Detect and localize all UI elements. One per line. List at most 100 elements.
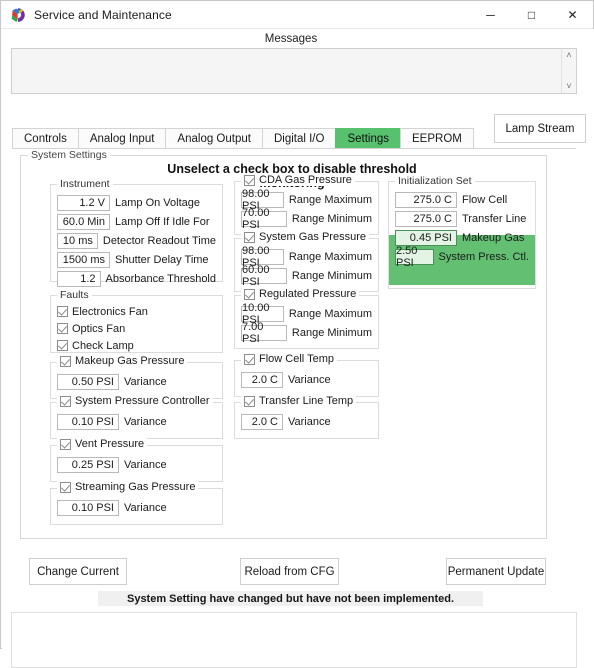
close-button[interactable]: ✕: [552, 1, 593, 28]
client-area: Messages ˄ ˅ Lamp Stream Controls Analog…: [2, 29, 594, 668]
system-gas-range-maximum-label: Range Maximum: [288, 250, 372, 263]
faults-group: Faults Electronics Fan Optics Fan Check …: [50, 289, 223, 353]
system-pressure-controller-toggle[interactable]: System Pressure Controller: [57, 395, 213, 407]
transfer-line-temp-variance-input[interactable]: 2.0 C: [241, 413, 283, 430]
status-message: System Setting have changed but have not…: [98, 591, 483, 606]
lamp-stream-button[interactable]: Lamp Stream: [494, 114, 586, 143]
transfer-line-temp-toggle[interactable]: Transfer Line Temp: [241, 395, 357, 407]
change-current-button[interactable]: Change Current: [29, 558, 127, 585]
minimize-button[interactable]: ─: [470, 1, 511, 28]
cda-range-maximum-label: Range Maximum: [288, 193, 372, 206]
vent-pressure-toggle[interactable]: Vent Pressure: [57, 438, 148, 450]
fault-optics-fan-label: Optics Fan: [72, 322, 126, 335]
checkbox-optics-fan-icon[interactable]: [57, 323, 68, 334]
checkbox-vent-pressure-icon[interactable]: [60, 438, 71, 450]
checkbox-check-lamp-icon[interactable]: [57, 340, 68, 351]
init-system-press-ctl-input[interactable]: 2.50 PSI: [395, 245, 434, 269]
messages-textarea[interactable]: ˄ ˅: [11, 48, 577, 94]
detector-readout-time-label: Detector Readout Time: [102, 234, 216, 247]
checkbox-cda-gas-pressure-icon[interactable]: [244, 174, 255, 186]
cda-range-maximum-input[interactable]: 98.00 PSI: [241, 188, 284, 212]
vent-pressure-title: Vent Pressure: [75, 438, 145, 450]
cda-gas-pressure-group: CDA Gas Pressure 98.00 PSI Range Maximum…: [234, 174, 379, 235]
tab-analog-input[interactable]: Analog Input: [77, 128, 166, 149]
reload-from-cfg-button[interactable]: Reload from CFG: [240, 558, 339, 585]
field-row-vent-pressure-variance: 0.25 PSI Variance: [57, 456, 216, 473]
field-row-lamp-off-idle: 60.0 Min Lamp Off If Idle For: [57, 213, 216, 230]
system-gas-range-maximum-input[interactable]: 98.00 PSI: [241, 245, 284, 269]
lamp-on-voltage-input[interactable]: 1.2 V: [57, 194, 110, 211]
tab-analog-output[interactable]: Analog Output: [165, 128, 262, 149]
instrument-group-title: Instrument: [57, 178, 113, 190]
checkbox-system-gas-pressure-icon[interactable]: [244, 231, 255, 243]
init-transfer-line-label: Transfer Line: [462, 212, 527, 225]
tab-settings[interactable]: Settings: [335, 128, 401, 149]
checkbox-flow-cell-temp-icon[interactable]: [244, 353, 255, 365]
checkbox-system-pressure-controller-icon[interactable]: [60, 395, 71, 407]
checkbox-regulated-pressure-icon[interactable]: [244, 288, 255, 300]
fault-check-lamp[interactable]: Check Lamp: [57, 338, 216, 353]
tab-controls[interactable]: Controls: [12, 128, 78, 149]
absorbance-threshold-input[interactable]: 1.2: [57, 270, 101, 287]
checkbox-streaming-gas-pressure-icon[interactable]: [60, 481, 71, 493]
scroll-down-icon[interactable]: ˅: [566, 80, 571, 93]
detector-readout-time-input[interactable]: 10 ms: [57, 232, 98, 249]
absorbance-threshold-label: Absorbance Threshold: [105, 272, 216, 285]
cda-gas-pressure-title: CDA Gas Pressure: [259, 174, 352, 186]
lamp-on-voltage-label: Lamp On Voltage: [115, 196, 201, 209]
init-flow-cell-input[interactable]: 275.0 C: [395, 191, 457, 208]
system-gas-range-minimum-input[interactable]: 60.00 PSI: [241, 264, 287, 288]
makeup-gas-pressure-toggle[interactable]: Makeup Gas Pressure: [57, 355, 188, 367]
system-pressure-controller-group: System Pressure Controller 0.10 PSI Vari…: [50, 395, 223, 439]
permanent-update-button[interactable]: Permanent Update: [446, 558, 546, 585]
system-gas-pressure-toggle[interactable]: System Gas Pressure: [241, 231, 369, 243]
fault-electronics-fan-label: Electronics Fan: [72, 305, 148, 318]
cda-gas-pressure-toggle[interactable]: CDA Gas Pressure: [241, 174, 355, 186]
makeup-gas-variance-input[interactable]: 0.50 PSI: [57, 373, 119, 390]
regulated-pressure-toggle[interactable]: Regulated Pressure: [241, 288, 360, 300]
system-gas-pressure-group: System Gas Pressure 98.00 PSI Range Maxi…: [234, 231, 379, 292]
field-row-shutter-delay: 1500 ms Shutter Delay Time: [57, 251, 216, 268]
bottom-panel: [11, 612, 577, 668]
init-makeup-gas-input[interactable]: 0.45 PSI: [395, 229, 457, 246]
checkbox-makeup-gas-pressure-icon[interactable]: [60, 355, 71, 367]
field-row-init-flow-cell: 275.0 C Flow Cell: [395, 191, 529, 208]
flow-cell-temp-group: Flow Cell Temp 2.0 C Variance: [234, 353, 379, 397]
system-pressure-controller-variance-input[interactable]: 0.10 PSI: [57, 413, 119, 430]
fault-optics-fan[interactable]: Optics Fan: [57, 321, 216, 336]
messages-label: Messages: [264, 33, 318, 45]
application-window: Service and Maintenance ─ □ ✕ Messages ˄…: [0, 0, 594, 668]
field-row-regulated-range-min: 7.00 PSI Range Minimum: [241, 321, 372, 345]
lamp-off-idle-input[interactable]: 60.0 Min: [57, 213, 110, 230]
scroll-up-icon[interactable]: ˄: [566, 49, 571, 62]
checkbox-transfer-line-temp-icon[interactable]: [244, 395, 255, 407]
vent-pressure-variance-input[interactable]: 0.25 PSI: [57, 456, 119, 473]
streaming-gas-pressure-group: Streaming Gas Pressure 0.10 PSI Variance: [50, 481, 223, 525]
title-bar: Service and Maintenance ─ □ ✕: [1, 1, 593, 29]
window-controls: ─ □ ✕: [470, 1, 593, 28]
streaming-gas-pressure-toggle[interactable]: Streaming Gas Pressure: [57, 481, 199, 493]
checkbox-electronics-fan-icon[interactable]: [57, 306, 68, 317]
regulated-range-maximum-input[interactable]: 10.00 PSI: [241, 302, 284, 326]
transfer-line-temp-group: Transfer Line Temp 2.0 C Variance: [234, 395, 379, 439]
tab-strip: Controls Analog Input Analog Output Digi…: [12, 128, 474, 149]
field-row-flow-cell-variance: 2.0 C Variance: [241, 371, 372, 388]
field-row-init-makeup-gas: 0.45 PSI Makeup Gas: [395, 229, 529, 246]
streaming-gas-variance-label: Variance: [124, 501, 167, 514]
regulated-range-minimum-input[interactable]: 7.00 PSI: [241, 321, 287, 345]
lamp-off-idle-label: Lamp Off If Idle For: [115, 215, 210, 228]
init-transfer-line-input[interactable]: 275.0 C: [395, 210, 457, 227]
tab-eeprom[interactable]: EEPROM: [400, 128, 474, 149]
tab-digital-io[interactable]: Digital I/O: [261, 128, 336, 149]
system-settings-group-title: System Settings: [28, 149, 110, 161]
streaming-gas-variance-input[interactable]: 0.10 PSI: [57, 499, 119, 516]
maximize-button[interactable]: □: [511, 1, 552, 28]
field-row-regulated-range-max: 10.00 PSI Range Maximum: [241, 302, 372, 326]
flow-cell-temp-variance-input[interactable]: 2.0 C: [241, 371, 283, 388]
field-row-cda-range-max: 98.00 PSI Range Maximum: [241, 188, 372, 212]
messages-scrollbar[interactable]: ˄ ˅: [561, 49, 576, 93]
cda-range-minimum-input[interactable]: 70.00 PSI: [241, 207, 287, 231]
fault-electronics-fan[interactable]: Electronics Fan: [57, 304, 216, 319]
shutter-delay-time-input[interactable]: 1500 ms: [57, 251, 110, 268]
flow-cell-temp-toggle[interactable]: Flow Cell Temp: [241, 353, 337, 365]
